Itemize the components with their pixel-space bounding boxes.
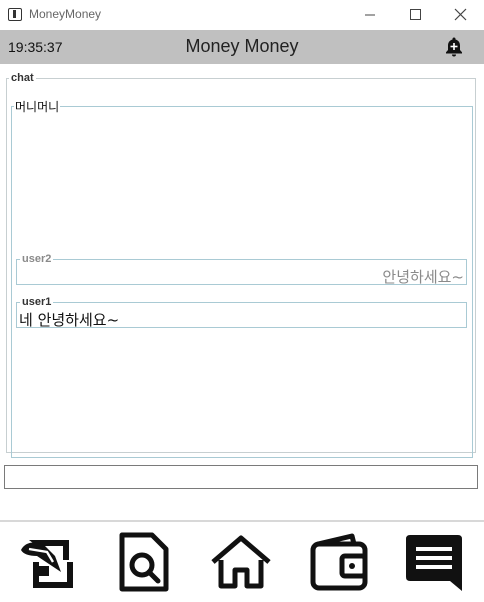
search-document-icon bbox=[119, 532, 169, 592]
message-text: 네 안녕하세요~ bbox=[19, 311, 120, 329]
app-header: 19:35:37 Money Money bbox=[0, 30, 484, 64]
message-user: user2 bbox=[22, 253, 52, 265]
nav-search-button[interactable] bbox=[110, 528, 178, 596]
nav-write-button[interactable] bbox=[12, 528, 80, 596]
bottom-nav bbox=[0, 522, 484, 602]
chat-icon bbox=[406, 535, 462, 591]
app-title: Money Money bbox=[185, 36, 299, 56]
nav-chat-button[interactable] bbox=[400, 528, 468, 596]
nav-home-button[interactable] bbox=[207, 528, 275, 596]
bell-plus-icon bbox=[446, 37, 462, 57]
money-app-icon bbox=[8, 8, 22, 21]
window-title: MoneyMoney bbox=[29, 7, 102, 21]
chat-room-name: 머니머니 bbox=[15, 100, 60, 114]
nav-wallet-button[interactable] bbox=[305, 528, 373, 596]
maximize-icon bbox=[410, 9, 421, 20]
chat-input[interactable] bbox=[4, 465, 478, 489]
close-icon bbox=[454, 8, 467, 21]
maximize-button[interactable] bbox=[392, 0, 438, 30]
chat-room: 머니머니 user2 안녕하세요~ user1 네 안녕하세요~ bbox=[11, 98, 473, 458]
message-user: user1 bbox=[22, 296, 52, 308]
window-titlebar: MoneyMoney bbox=[0, 0, 484, 30]
home-icon bbox=[211, 535, 271, 589]
wallet-icon bbox=[310, 533, 368, 591]
chat-panel: chat 머니머니 user2 안녕하세요~ user1 네 안녕하세요~ bbox=[6, 72, 476, 458]
write-icon bbox=[21, 540, 73, 588]
chat-group-label: chat bbox=[11, 72, 34, 84]
message-text: 안녕하세요~ bbox=[382, 268, 464, 286]
close-button[interactable] bbox=[438, 0, 484, 30]
notification-button[interactable] bbox=[442, 35, 466, 59]
message-item: user1 네 안녕하세요~ bbox=[16, 296, 467, 329]
minimize-button[interactable] bbox=[347, 0, 393, 30]
message-item: user2 안녕하세요~ bbox=[16, 253, 467, 286]
minimize-icon bbox=[365, 14, 375, 16]
